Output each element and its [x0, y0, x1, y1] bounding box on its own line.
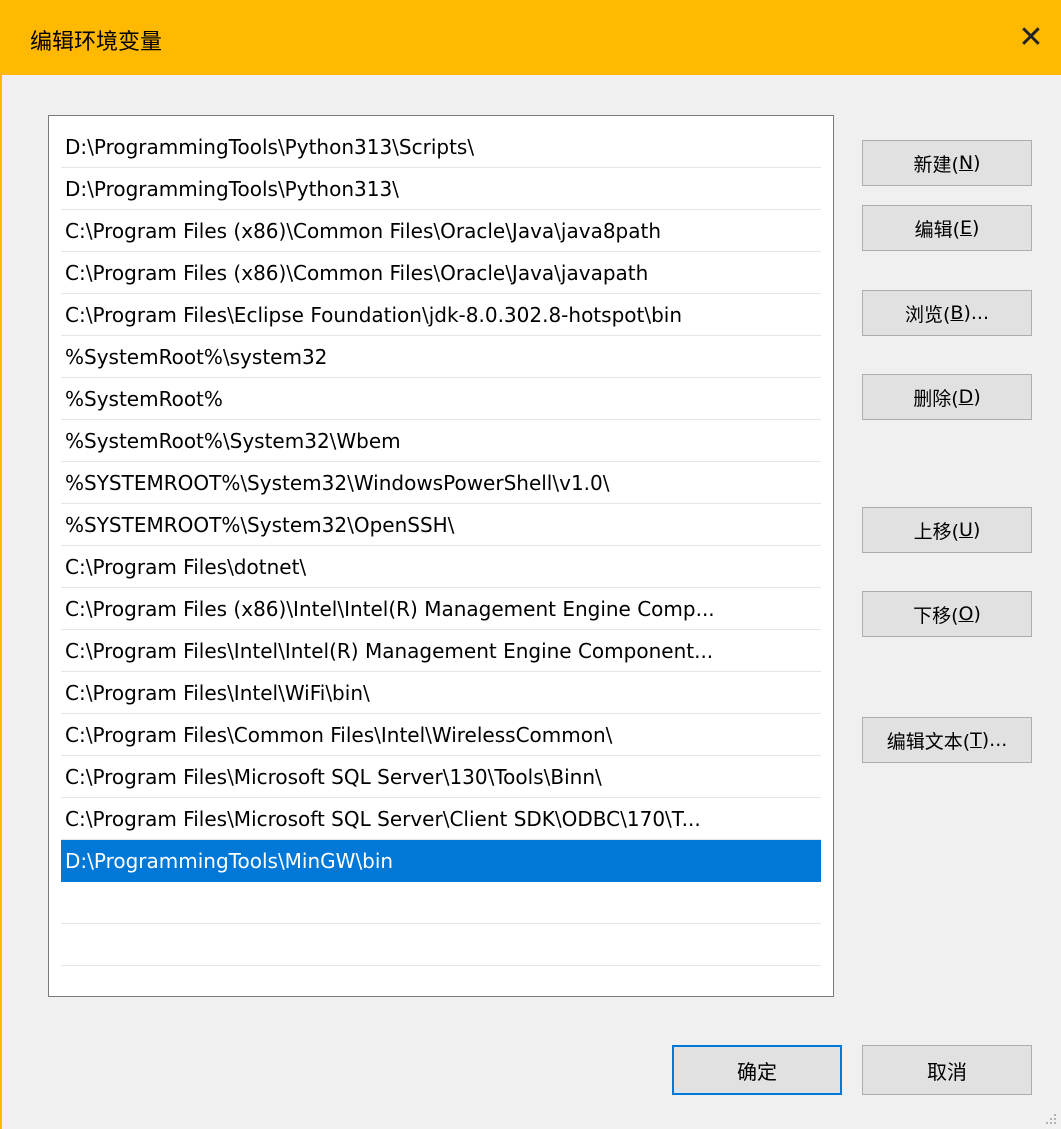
edit-button-accel: E	[959, 217, 972, 239]
path-list-item[interactable]: %SystemRoot%\System32\Wbem	[61, 420, 821, 462]
move-up-button-label: 上移(	[913, 520, 960, 543]
browse-button-accel: B	[950, 302, 964, 324]
resize-grip-icon[interactable]	[1043, 1111, 1057, 1125]
browse-button-label: 浏览(	[905, 303, 951, 326]
path-list-item[interactable]: C:\Program Files\dotnet\	[61, 546, 821, 588]
path-list-item[interactable]: %SystemRoot%\system32	[61, 336, 821, 378]
close-icon: ✕	[1018, 20, 1044, 55]
path-list-item[interactable]: %SYSTEMROOT%\System32\WindowsPowerShell\…	[61, 462, 821, 504]
move-down-button[interactable]: 下移(O)	[862, 591, 1032, 637]
browse-button[interactable]: 浏览(B)...	[862, 290, 1032, 336]
path-list-item[interactable]: C:\Program Files\Intel\Intel(R) Manageme…	[61, 630, 821, 672]
path-list-item[interactable]	[61, 924, 821, 966]
path-list[interactable]: D:\ProgrammingTools\Python313\Scripts\ D:…	[48, 115, 834, 997]
edit-text-button-label: 编辑文本(	[886, 730, 971, 753]
close-button[interactable]: ✕	[1001, 0, 1061, 75]
delete-button[interactable]: 删除(D)	[862, 374, 1032, 420]
edit-button-label-end: )	[972, 217, 980, 239]
path-list-item[interactable]: D:\ProgrammingTools\Python313\Scripts\	[61, 126, 821, 168]
edit-button-label: 编辑(	[914, 218, 960, 241]
path-list-item[interactable]: C:\Program Files\Microsoft SQL Server\Cl…	[61, 798, 821, 840]
path-list-item[interactable]: C:\Program Files (x86)\Common Files\Orac…	[61, 252, 821, 294]
path-list-item[interactable]	[61, 882, 821, 924]
path-list-item[interactable]: %SYSTEMROOT%\System32\OpenSSH\	[61, 504, 821, 546]
cancel-button-label: 取消	[927, 1059, 967, 1084]
new-button-label-end: )	[973, 152, 981, 174]
path-list-item[interactable]	[61, 966, 821, 996]
dialog-title: 编辑环境变量	[30, 30, 163, 55]
edit-text-button-label-end: )...	[981, 729, 1008, 751]
edit-text-button[interactable]: 编辑文本(T)...	[862, 717, 1032, 763]
move-down-button-label: 下移(	[913, 604, 959, 627]
ok-button[interactable]: 确定	[672, 1045, 842, 1095]
path-list-item[interactable]: C:\Program Files\Intel\WiFi\bin\	[61, 672, 821, 714]
path-list-item[interactable]: D:\ProgrammingTools\MinGW\bin	[61, 840, 821, 882]
delete-button-accel: D	[958, 386, 974, 408]
path-list-item[interactable]: C:\Program Files\Common Files\Intel\Wire…	[61, 714, 821, 756]
move-up-button[interactable]: 上移(U)	[862, 507, 1032, 553]
cancel-button[interactable]: 取消	[862, 1045, 1032, 1095]
delete-button-label: 删除(	[913, 387, 959, 410]
move-down-button-label-end: )	[973, 603, 981, 625]
new-button[interactable]: 新建(N)	[862, 140, 1032, 186]
edit-env-variable-dialog: 编辑环境变量 ✕ D:\ProgrammingTools\Python313\S…	[0, 0, 1061, 1129]
title-bar[interactable]: 编辑环境变量 ✕	[0, 0, 1061, 75]
path-list-item[interactable]: D:\ProgrammingTools\Python313\	[61, 168, 821, 210]
delete-button-label-end: )	[973, 386, 981, 408]
path-list-item[interactable]: C:\Program Files (x86)\Intel\Intel(R) Ma…	[61, 588, 821, 630]
ok-button-label: 确定	[737, 1059, 777, 1084]
path-list-item[interactable]: C:\Program Files\Eclipse Foundation\jdk-…	[61, 294, 821, 336]
move-up-button-label-end: )	[972, 519, 981, 541]
window-border	[0, 75, 2, 1129]
new-button-label: 新建(	[913, 153, 959, 176]
path-list-item[interactable]: %SystemRoot%	[61, 378, 821, 420]
move-up-button-accel: U	[959, 519, 973, 541]
path-list-item[interactable]: C:\Program Files (x86)\Common Files\Orac…	[61, 210, 821, 252]
move-down-button-accel: O	[958, 603, 974, 625]
path-list-item[interactable]: C:\Program Files\Microsoft SQL Server\13…	[61, 756, 821, 798]
new-button-accel: N	[958, 152, 974, 174]
edit-text-button-accel: T	[970, 729, 982, 751]
browse-button-label-end: )...	[963, 302, 989, 324]
edit-button[interactable]: 编辑(E)	[862, 205, 1032, 251]
